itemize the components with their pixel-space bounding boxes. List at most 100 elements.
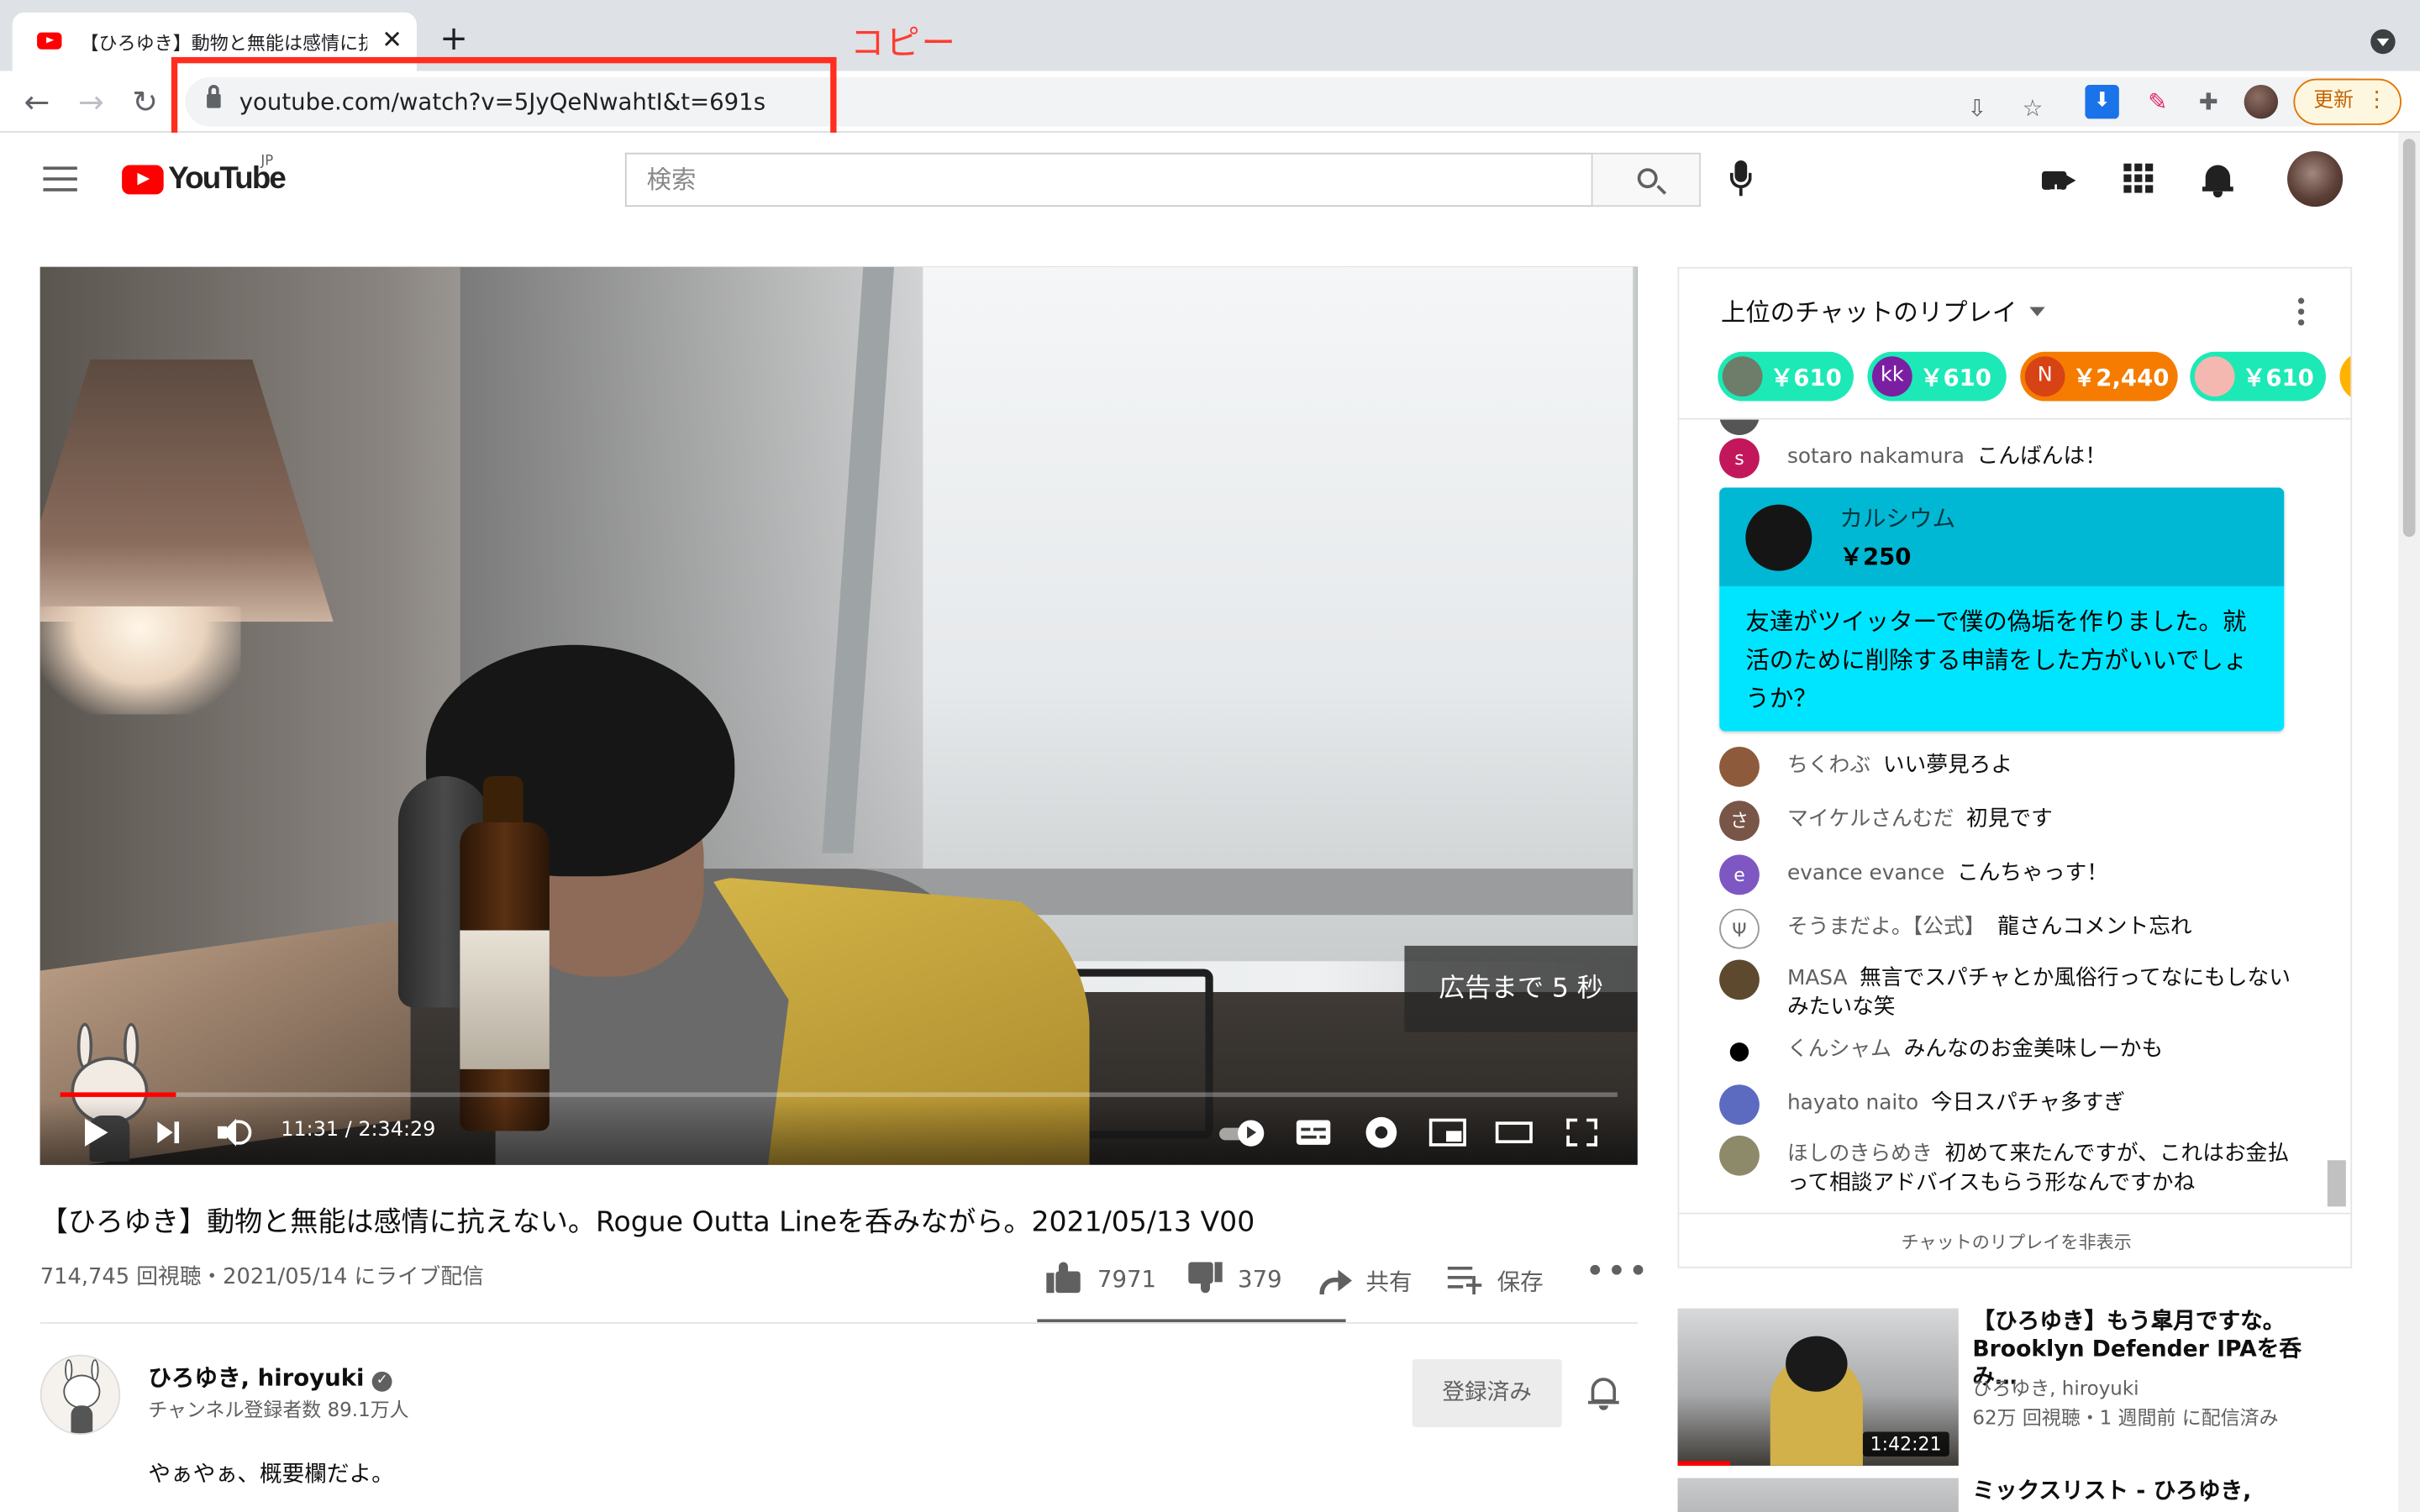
install-app-icon[interactable]: ⇩ — [1960, 91, 1994, 124]
save-label: 保存 — [1497, 1268, 1544, 1296]
superchat-author: カルシウム — [1839, 504, 1956, 533]
address-bar[interactable]: youtube.com/watch?v=5JyQeNwahtI&t=691s ⇩… — [185, 76, 2377, 127]
youtube-header: YouTube JP + — [0, 132, 2420, 226]
fullscreen-icon[interactable] — [1565, 1114, 1598, 1151]
page-scrollbar[interactable] — [2398, 132, 2420, 1512]
superchat-ticker[interactable]: ￥610 — [2190, 351, 2326, 402]
message-avatar — [1719, 1135, 1760, 1176]
like-button[interactable]: 7971 — [1046, 1252, 1170, 1308]
browser-tab[interactable]: 【ひろゆき】動物と無能は感情に抗 ✕ — [12, 12, 417, 71]
playlist-add-icon — [1447, 1266, 1482, 1295]
message-text: こんばんは！ — [1976, 444, 2107, 470]
video-description: やぁやぁ、概要欄だよ。 — [148, 1462, 394, 1488]
new-tab-button[interactable]: + — [435, 21, 472, 59]
user-avatar[interactable] — [2287, 151, 2344, 207]
ticker-amount: ￥610 — [1770, 364, 1842, 392]
chat-scrollbar[interactable] — [2327, 1160, 2346, 1207]
hide-chat-replay-button[interactable]: チャットのリプレイを非表示 — [1679, 1212, 2351, 1267]
settings-gear-icon[interactable] — [1363, 1114, 1400, 1151]
channel-name-link[interactable]: ひろゆき, hiroyuki ✓ — [148, 1361, 392, 1394]
voice-search-mic-icon[interactable] — [1725, 160, 1756, 197]
message-text: 今日スパチャ多すぎ — [1930, 1090, 2126, 1116]
message-author: ほしのきらめき — [1786, 1142, 1933, 1167]
url-text[interactable]: youtube.com/watch?v=5JyQeNwahtI&t=691s — [239, 88, 765, 116]
chat-mode-dropdown[interactable]: 上位のチャットのリプレイ — [1721, 291, 2045, 328]
mix-thumbnail[interactable] — [1677, 1478, 1959, 1512]
message-text: みんなのお金美味しーかも — [1903, 1037, 2164, 1062]
subscribed-button[interactable]: 登録済み — [1412, 1359, 1562, 1427]
superchat-ticker[interactable]: N ￥2,440 — [2020, 351, 2178, 402]
notifications-bell-icon[interactable] — [2201, 162, 2238, 199]
bookmark-star-icon[interactable]: ☆ — [2016, 91, 2049, 124]
subtitles-icon[interactable] — [1296, 1114, 1334, 1151]
miniplayer-icon[interactable] — [1428, 1114, 1470, 1151]
next-video-icon[interactable] — [155, 1114, 186, 1151]
recommended-mix-title[interactable]: ミックスリスト - ひろゆき, — [1972, 1478, 2343, 1506]
youtube-favicon-icon — [37, 32, 62, 50]
message-avatar: さ — [1719, 801, 1760, 842]
message-author: hayato naito — [1786, 1090, 1919, 1116]
video-title: 【ひろゆき】動物と無能は感情に抗えない。Rogue Outta Lineを呑みな… — [39, 1206, 1255, 1239]
download-extension-icon[interactable]: ⬇ — [2085, 85, 2119, 119]
create-video-icon[interactable]: + — [2040, 162, 2077, 201]
close-tab-icon[interactable]: ✕ — [376, 24, 408, 55]
message-avatar: s — [1719, 438, 1760, 479]
superchat-ticker[interactable]: kk ￥610 — [1867, 351, 2007, 402]
update-label: 更新 — [2313, 89, 2354, 113]
time-display: 11:31 / 2:34:29 — [281, 1118, 436, 1142]
verified-check-icon: ✓ — [371, 1371, 392, 1392]
dislike-button[interactable]: 379 — [1188, 1252, 1297, 1308]
search-input[interactable] — [626, 154, 1593, 206]
play-icon[interactable] — [81, 1114, 118, 1151]
tab-title: 【ひろゆき】動物と無能は感情に抗 — [80, 32, 368, 55]
save-button[interactable]: 保存 — [1447, 1252, 1556, 1308]
recommended-video[interactable]: 1:42:21 【ひろゆき】もう皐月ですな。Brooklyn Defender … — [1677, 1308, 2357, 1466]
video-player[interactable]: 広告まで 5 秒 11:31 / 2:34:29 — [39, 266, 1638, 1165]
caret-down-icon — [2029, 307, 2045, 317]
more-actions-icon[interactable]: ••• — [1585, 1252, 1649, 1291]
message-avatar: ● — [1719, 1030, 1760, 1071]
autoplay-toggle[interactable] — [1216, 1114, 1268, 1151]
page-scroll-thumb[interactable] — [2402, 139, 2416, 538]
ticker-avatar: N — [2024, 356, 2065, 397]
live-chat-replay-panel: 上位のチャットのリプレイ ￥610 kk ￥610 N ￥2,440 ￥610 — [1677, 266, 2353, 1268]
recommended-mix[interactable]: ミックスリスト - ひろゆき, — [1677, 1478, 2357, 1512]
more-vertical-icon: ⋮ — [2365, 87, 2388, 113]
back-icon[interactable]: ← — [15, 81, 58, 123]
lock-icon[interactable] — [207, 85, 221, 108]
message-text: いい夢見ろよ — [1882, 753, 2013, 778]
search-button[interactable] — [1591, 152, 1702, 207]
extensions-puzzle-icon[interactable]: ✚ — [2191, 85, 2225, 118]
superchat-amount: ￥250 — [1839, 543, 1912, 571]
apps-grid-icon[interactable] — [2123, 162, 2160, 199]
channel-avatar[interactable] — [39, 1354, 121, 1436]
share-icon — [1317, 1265, 1352, 1295]
video-thumbnail[interactable]: 1:42:21 — [1677, 1308, 1959, 1466]
theater-mode-icon[interactable] — [1495, 1114, 1536, 1151]
share-button[interactable]: 共有 — [1317, 1252, 1425, 1308]
search-box — [624, 152, 1593, 207]
progress-bar[interactable] — [60, 1092, 1618, 1097]
forward-icon[interactable]: → — [70, 81, 113, 123]
recommended-video-channel[interactable]: ひろゆき, hiroyuki — [1972, 1372, 2139, 1401]
eyedropper-extension-icon[interactable]: ✎ — [2141, 85, 2175, 118]
share-label: 共有 — [1365, 1268, 1413, 1296]
ticker-amount: ￥610 — [1919, 364, 1991, 392]
ticker-amount: ￥2,440 — [2072, 364, 2170, 392]
watched-progress — [1677, 1461, 1730, 1466]
ticker-avatar — [2194, 356, 2235, 397]
youtube-play-logo-icon — [122, 165, 164, 195]
menu-icon[interactable] — [43, 166, 77, 192]
search-icon — [1637, 168, 1658, 189]
notification-bell-icon[interactable] — [1588, 1378, 1619, 1411]
video-duration: 1:42:21 — [1862, 1431, 1949, 1457]
tab-search-icon[interactable] — [2370, 29, 2396, 55]
chat-more-icon[interactable] — [2296, 297, 2306, 328]
profile-avatar[interactable] — [2244, 85, 2279, 119]
dislike-count: 379 — [1238, 1265, 1282, 1294]
update-button[interactable]: 更新 ⋮ — [2293, 78, 2402, 125]
superchat-ticker[interactable]: ￥610 — [1718, 351, 1854, 402]
volume-icon[interactable] — [216, 1114, 256, 1151]
superchat-ticker[interactable] — [2339, 351, 2351, 402]
reload-icon[interactable]: ↻ — [124, 81, 166, 123]
